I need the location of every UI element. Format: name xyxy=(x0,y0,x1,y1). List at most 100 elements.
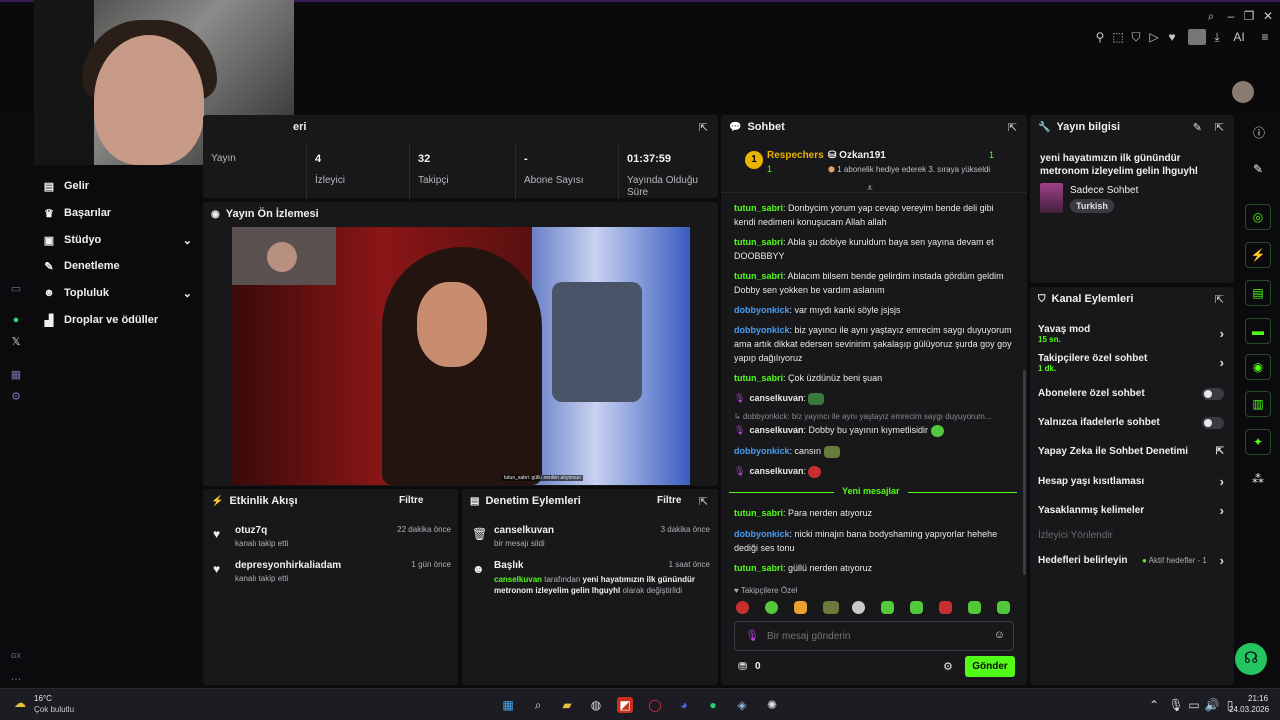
popout-icon[interactable]: ⇱ xyxy=(699,495,708,508)
emote-icon[interactable] xyxy=(736,601,749,614)
search-icon[interactable]: ⌕ xyxy=(1204,9,1218,23)
chat-settings-icon[interactable]: ⚙ xyxy=(943,660,953,673)
pin-icon[interactable]: ⚲ xyxy=(1093,30,1107,44)
send-button[interactable]: Gönder xyxy=(965,656,1015,677)
emotes-only-toggle[interactable] xyxy=(1202,417,1224,429)
edit-icon[interactable]: ✎ xyxy=(1253,162,1263,176)
play-icon[interactable]: ▷ xyxy=(1147,30,1161,44)
emote-icon[interactable] xyxy=(910,601,923,614)
chat-username[interactable]: canselkuvan xyxy=(749,393,803,403)
chat-scrollbar[interactable] xyxy=(1023,370,1026,575)
layout-icon[interactable]: ▥ xyxy=(1245,391,1271,417)
emote-icon[interactable] xyxy=(881,601,894,614)
apps-icon[interactable]: ▦ xyxy=(9,368,23,382)
edit-icon[interactable]: ✎ xyxy=(1193,121,1202,134)
goals-row[interactable]: Hedefleri belirleyin ● Aktif hedefler - 1… xyxy=(1038,553,1224,568)
game-icon[interactable]: ▭ xyxy=(9,282,23,296)
camera-icon[interactable]: ◎ xyxy=(1245,204,1271,230)
emote-icon[interactable] xyxy=(968,601,981,614)
emoji-icon[interactable]: ☺ xyxy=(994,629,1005,641)
ai-moderation-row[interactable]: Yapay Zeka ile Sohbet Denetimi ⇱ xyxy=(1038,446,1224,457)
search-icon[interactable]: ⌕ xyxy=(530,697,546,713)
chat-input[interactable] xyxy=(767,628,987,644)
chat-username[interactable]: tutun_sabri xyxy=(734,373,783,383)
nav-item-basarilar[interactable]: ♛ Başarılar xyxy=(42,202,192,224)
profile-icon[interactable] xyxy=(1188,29,1206,45)
obs-icon[interactable]: ◍ xyxy=(588,697,604,713)
chat-username[interactable]: canselkuvan xyxy=(749,425,803,435)
emote-icon[interactable] xyxy=(794,601,807,614)
emote-icon[interactable] xyxy=(997,601,1010,614)
chat-username[interactable]: tutun_sabri xyxy=(734,563,783,573)
nodes-icon[interactable]: ⁂ xyxy=(1252,472,1264,486)
whatsapp-icon[interactable]: ● xyxy=(705,697,721,713)
category-thumbnail[interactable] xyxy=(1040,183,1063,213)
emote-icon[interactable] xyxy=(823,601,839,614)
discord-icon[interactable]: ◕ xyxy=(676,697,692,713)
windows-start-icon[interactable]: ▦ xyxy=(500,697,516,713)
followers-only-row[interactable]: Takipçilere özel sohbet 1 dk. › xyxy=(1038,353,1224,373)
chat-username[interactable]: canselkuvan xyxy=(749,466,803,476)
nav-item-droplar[interactable]: ▟ Droplar ve ödüller xyxy=(42,309,192,331)
info-icon[interactable]: ⓘ xyxy=(1253,124,1265,141)
x-icon[interactable]: 𝕏 xyxy=(9,335,23,349)
mic-icon[interactable]: 🎙 xyxy=(1168,697,1184,713)
opera-gx-icon[interactable]: ◯ xyxy=(647,697,663,713)
nav-item-topluluk[interactable]: ☻ Topluluk ⌄ xyxy=(42,282,192,304)
crop-icon[interactable]: ⬚ xyxy=(1111,30,1125,44)
popout-icon[interactable]: ⇱ xyxy=(1215,121,1224,134)
chat-username[interactable]: dobbyonkick xyxy=(734,305,790,315)
activity-filter-button[interactable]: Filtre xyxy=(399,495,423,506)
nav-item-denetleme[interactable]: ✎ Denetleme xyxy=(42,255,192,277)
menu-icon[interactable]: ≡ xyxy=(1258,30,1272,44)
chevron-up-icon[interactable]: ⌃ xyxy=(1146,697,1162,713)
nav-item-gelir[interactable]: ▤ Gelir xyxy=(42,175,192,197)
steam-icon[interactable]: ◈ xyxy=(734,697,750,713)
chat-username[interactable]: dobbyonkick xyxy=(734,529,790,539)
maximize-icon[interactable]: ❐ xyxy=(1242,9,1256,23)
more-icon[interactable]: … xyxy=(9,670,23,684)
chat-icon[interactable]: ▬ xyxy=(1245,318,1271,344)
popout-icon[interactable]: ⇱ xyxy=(1008,121,1017,134)
gift-user-1[interactable]: Respechers xyxy=(767,150,824,161)
avatar[interactable] xyxy=(1232,81,1254,103)
close-window-icon[interactable]: ✕ xyxy=(1261,9,1275,23)
chat-input-box[interactable]: 🎙 ☺ xyxy=(734,621,1014,651)
gift-user-2[interactable]: ⛁ Ozkan191 xyxy=(828,150,886,161)
chat-username[interactable]: tutun_sabri xyxy=(734,508,783,518)
volume-icon[interactable]: 🔊 xyxy=(1204,697,1220,713)
app-icon[interactable]: ◩ xyxy=(617,697,633,713)
chat-username[interactable]: dobbyonkick xyxy=(734,446,790,456)
ai-icon[interactable]: AI xyxy=(1228,30,1250,44)
lightning-icon[interactable]: ⚡ xyxy=(1245,242,1271,268)
category-name[interactable]: Sadece Sohbet xyxy=(1070,185,1138,196)
broadcast-icon[interactable]: ◉ xyxy=(1245,354,1271,380)
emote-icon[interactable] xyxy=(939,601,952,614)
settings-icon[interactable]: ⚙ xyxy=(9,390,23,404)
download-icon[interactable]: ⤓ xyxy=(1210,30,1224,44)
shield-icon[interactable]: ⛉ xyxy=(1129,30,1143,44)
help-button[interactable]: ☊ xyxy=(1235,643,1267,675)
chat-username[interactable]: tutun_sabri xyxy=(734,237,783,247)
popout-icon[interactable]: ⇱ xyxy=(699,121,708,134)
chatgpt-icon[interactable]: ✺ xyxy=(764,697,780,713)
whatsapp-icon[interactable]: ● xyxy=(9,313,23,327)
popout-icon[interactable]: ⇱ xyxy=(1215,293,1224,306)
moderation-filter-button[interactable]: Filtre xyxy=(657,495,681,506)
chat-username[interactable]: tutun_sabri xyxy=(734,203,783,213)
folder-icon[interactable]: ▰ xyxy=(559,697,575,713)
wrench-icon[interactable]: ✦ xyxy=(1245,429,1271,455)
emote-icon[interactable] xyxy=(765,601,778,614)
points-icon[interactable]: ⛃ xyxy=(738,660,747,673)
stream-preview-video[interactable]: tutun_sabri: güllü nerden atıyorsun xyxy=(232,227,690,485)
emote-icon[interactable] xyxy=(852,601,865,614)
list-icon[interactable]: ▤ xyxy=(1245,280,1271,306)
age-restriction-row[interactable]: Hesap yaşı kısıtlaması › xyxy=(1038,474,1224,489)
slow-mode-row[interactable]: Yavaş mod 15 sn. › xyxy=(1038,324,1224,344)
nav-item-studyo[interactable]: ▣ Stüdyo ⌄ xyxy=(42,229,192,251)
network-icon[interactable]: ▭ xyxy=(1186,697,1202,713)
subs-only-toggle[interactable] xyxy=(1202,388,1224,400)
banned-words-row[interactable]: Yasaklanmış kelimeler › xyxy=(1038,503,1224,518)
chat-username[interactable]: tutun_sabri xyxy=(734,271,783,281)
chat-username[interactable]: dobbyonkick xyxy=(734,325,790,335)
